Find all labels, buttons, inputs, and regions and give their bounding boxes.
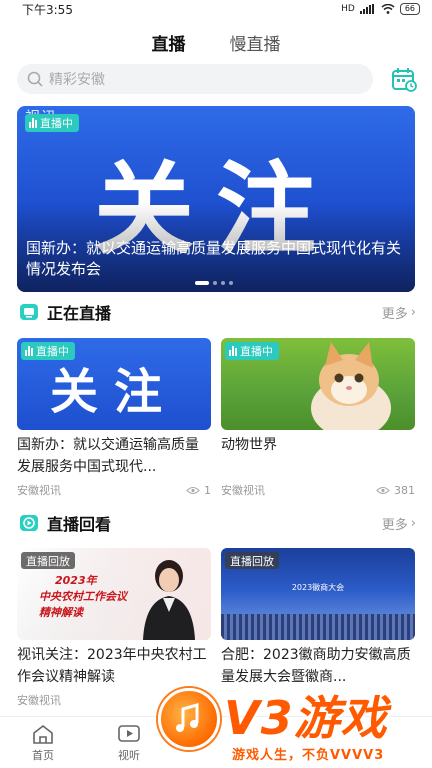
- replay-card-title: 合肥：2023徽商助力安徽高质量发展大会暨徽商...: [221, 647, 411, 685]
- top-tabs: 直播 慢直播: [0, 28, 432, 60]
- carousel-dots: [195, 281, 233, 285]
- live-bars-icon: [25, 346, 33, 356]
- thumbnail-line-1: 2023年: [55, 574, 97, 587]
- live-section-title: 正在直播: [19, 300, 111, 324]
- thumbnail-line-1: 2023徽商大会: [291, 583, 345, 592]
- search-icon: [27, 71, 43, 87]
- nav-home[interactable]: 首页: [0, 717, 86, 768]
- live-badge-label: 直播中: [40, 117, 73, 130]
- live-tv-icon: [20, 304, 38, 320]
- thumbnail-line-3: 精神解读: [39, 606, 83, 619]
- live-badge-label: 直播中: [240, 345, 273, 358]
- live-more-link[interactable]: 更多 ›: [382, 303, 416, 322]
- replay-card-source: 安徽视讯: [17, 694, 61, 707]
- search-input[interactable]: 精彩安徽: [17, 64, 373, 94]
- live-bars-icon: [29, 118, 37, 128]
- live-more-label: 更多: [381, 306, 408, 322]
- calendar-icon[interactable]: [391, 66, 417, 92]
- audience-rows: [221, 614, 415, 640]
- chevron-right-icon: ›: [410, 515, 416, 531]
- live-bars-icon: [229, 346, 237, 356]
- carousel-dot[interactable]: [229, 281, 233, 285]
- replay-icon: [20, 515, 38, 531]
- tab-live[interactable]: 直播: [152, 30, 186, 59]
- video-icon: [118, 724, 140, 742]
- live-badge-label: 直播中: [36, 345, 69, 358]
- live-badge: 直播中: [25, 114, 79, 132]
- replay-section-title: 直播回看: [19, 511, 111, 535]
- replay-card[interactable]: 2023年 中央农村工作会议 精神解读 直播回放 视讯关注：2023年中央农村工…: [17, 548, 211, 708]
- carousel-dot[interactable]: [195, 281, 209, 285]
- wifi-icon: [381, 4, 395, 14]
- replay-more-link[interactable]: 更多 ›: [382, 514, 416, 533]
- search-placeholder: 精彩安徽: [49, 72, 105, 88]
- live-card-meta: 安徽视讯 1: [17, 482, 211, 498]
- replay-section-header: 直播回看 更多 ›: [19, 511, 416, 535]
- search-row: 精彩安徽: [17, 64, 417, 94]
- live-section-header: 正在直播 更多 ›: [19, 300, 416, 324]
- nav-video[interactable]: 视听: [86, 717, 172, 768]
- view-count-value: 381: [394, 483, 415, 497]
- live-card-source: 安徽视讯: [17, 484, 61, 497]
- banner-title: 国新办：就以交通运输高质量发展服务中国式现代化有关情况发布会: [26, 239, 402, 278]
- live-card[interactable]: 关注 直播中 国新办：就以交通运输高质量发展服务中国式现代... 安徽视讯 1: [17, 338, 211, 498]
- view-count: 1: [186, 484, 211, 497]
- replay-section-label: 直播回看: [47, 515, 112, 534]
- replay-card-thumbnail: 2023徽商大会 直播回放: [221, 548, 415, 640]
- nav-video-label: 视听: [118, 748, 140, 762]
- presenter-illustration: [143, 560, 195, 640]
- replay-card[interactable]: 2023徽商大会 直播回放 合肥：2023徽商助力安徽高质量发展大会暨徽商...: [221, 548, 415, 688]
- eye-icon: [376, 486, 390, 494]
- carousel-dot[interactable]: [213, 281, 217, 285]
- nav-home-label: 首页: [32, 748, 54, 762]
- thumbnail-line-2: 中央农村工作会议: [39, 590, 127, 603]
- carousel-dot[interactable]: [221, 281, 225, 285]
- signal-icon: [359, 4, 374, 14]
- eye-icon: [186, 486, 200, 494]
- bottom-nav: 首页 视听: [0, 716, 432, 768]
- live-card-thumbnail: 直播中: [221, 338, 415, 430]
- live-card-meta: 安徽视讯 381: [221, 482, 415, 498]
- thumbnail-word: 关注: [49, 364, 178, 420]
- live-card-title: 动物世界: [221, 437, 277, 453]
- replay-more-label: 更多: [381, 517, 408, 533]
- featured-banner[interactable]: 视讯 关注 直播中 国新办：就以交通运输高质量发展服务中国式现代化有关情况发布会: [17, 106, 415, 292]
- replay-card-meta: 安徽视讯: [17, 692, 211, 708]
- status-time: 下午3:55: [22, 2, 73, 17]
- live-card-thumbnail: 关注 直播中: [17, 338, 211, 430]
- view-count-value: 1: [204, 483, 211, 497]
- live-card-title: 国新办：就以交通运输高质量发展服务中国式现代...: [17, 437, 199, 475]
- chevron-right-icon: ›: [410, 304, 416, 320]
- replay-badge: 直播回放: [225, 552, 279, 569]
- replay-badge: 直播回放: [21, 552, 75, 569]
- battery-icon: 66: [399, 3, 420, 15]
- live-card[interactable]: 直播中 动物世界 安徽视讯 381: [221, 338, 415, 498]
- live-badge: 直播中: [21, 342, 75, 360]
- live-badge: 直播中: [225, 342, 279, 360]
- status-icons: HD 66: [341, 3, 420, 15]
- replay-card-title: 视讯关注：2023年中央农村工作会议精神解读: [17, 647, 207, 685]
- home-icon: [33, 724, 53, 744]
- view-count: 381: [376, 484, 415, 497]
- live-card-source: 安徽视讯: [221, 484, 265, 497]
- replay-card-thumbnail: 2023年 中央农村工作会议 精神解读 直播回放: [17, 548, 211, 640]
- status-bar: 下午3:55 HD 66: [0, 0, 432, 18]
- tab-slow-live[interactable]: 慢直播: [230, 30, 281, 59]
- live-section-label: 正在直播: [47, 304, 112, 323]
- network-type-label: HD: [341, 4, 355, 14]
